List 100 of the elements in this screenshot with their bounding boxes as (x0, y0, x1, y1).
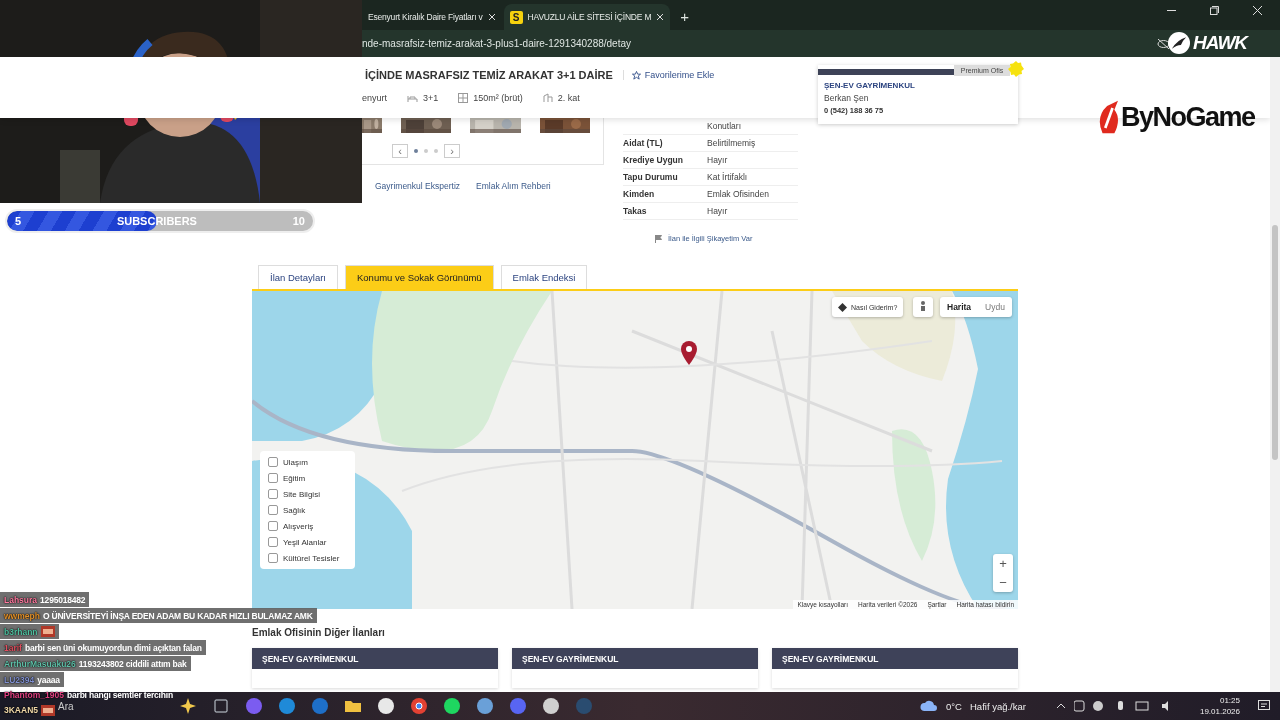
search-field[interactable]: Ara (58, 700, 178, 712)
clock-app-icon[interactable] (541, 696, 561, 716)
map-type-button[interactable]: Harita (940, 297, 979, 317)
office-name: ŞEN-EV GAYRİMENKUL (522, 653, 619, 664)
zoom-out-button[interactable]: − (993, 573, 1013, 592)
goal-current: 5 (15, 215, 22, 227)
detail-label: Kimden (623, 189, 656, 199)
fact-text: 3+1 (423, 93, 439, 103)
page-tab[interactable]: Konumu ve Sokak Görünümü (345, 265, 494, 289)
listing-card[interactable]: ŞEN-EV GAYRİMENKUL (772, 648, 1018, 688)
detail-label: Krediye Uygun (623, 155, 684, 165)
map-pin-icon[interactable] (680, 341, 698, 365)
listing-card[interactable]: ŞEN-EV GAYRİMENKUL (512, 648, 758, 688)
next-button[interactable]: › (444, 144, 460, 158)
checkbox[interactable] (268, 553, 278, 563)
fact-text: enyurt (362, 93, 387, 103)
emote-icon (40, 626, 55, 637)
checkbox[interactable] (268, 521, 278, 531)
page-dot[interactable] (414, 149, 418, 153)
discord-icon[interactable] (508, 696, 528, 716)
detail-label: Aidat (TL) (623, 138, 664, 148)
layer-label[interactable]: Yeşil Alanlar (283, 537, 327, 547)
chat-text: O ÜNİVERSİTEYİ İNŞA EDEN ADAM BU KADAR HIZLI BULAMAZ AMK (42, 610, 313, 621)
prev-button[interactable]: ‹ (392, 144, 408, 158)
emote-icon (41, 704, 55, 716)
fact-text: 150m² (brüt) (473, 93, 523, 103)
new-tab-button[interactable]: + (680, 8, 690, 25)
fact-text: 2. kat (557, 93, 580, 103)
chrome-icon[interactable] (409, 696, 429, 716)
checkbox[interactable] (268, 489, 278, 499)
chevron-up-icon[interactable] (1055, 703, 1066, 709)
clock-time: 01:25 (1219, 696, 1240, 705)
spotify-icon[interactable] (442, 696, 462, 716)
cloud-icon (920, 699, 939, 713)
office-name: ŞEN-EV GAYRİMENKUL (782, 653, 879, 664)
checkbox[interactable] (268, 473, 278, 483)
checkbox[interactable] (268, 457, 278, 467)
office-name: ŞEN-EV GAYRİMENKUL (262, 653, 359, 664)
flag-icon (655, 234, 662, 243)
bird-logo-icon (1168, 32, 1190, 54)
notification-icon[interactable] (1258, 700, 1270, 712)
x-app-icon[interactable] (376, 696, 396, 716)
listing-card[interactable]: ŞEN-EV GAYRİMENKUL (252, 648, 498, 688)
browser-tab[interactable]: Esenyurt Kiralık Daire Fiyatları v (362, 4, 502, 30)
detail-value: Hayır (707, 155, 729, 165)
edge-icon[interactable] (277, 696, 297, 716)
info-link[interactable]: Emlak Alım Rehberi (476, 181, 551, 191)
zoom-in-button[interactable]: + (993, 554, 1013, 573)
chat-username: LU2394 (4, 674, 35, 685)
layer-label[interactable]: Sağlık (283, 505, 306, 515)
app-icon[interactable] (475, 696, 495, 716)
chat-text: barbi sen üni okumuyordun dimi açıktan falan (24, 642, 202, 653)
area-icon (458, 93, 469, 103)
goal-target: 10 (292, 215, 305, 227)
page-dot[interactable] (434, 149, 438, 153)
chat-username: b3rhann (4, 626, 38, 637)
checkbox[interactable] (268, 505, 278, 515)
checkbox[interactable] (268, 537, 278, 547)
scroll-thumb[interactable] (1272, 225, 1278, 460)
directions-icon (838, 302, 847, 312)
favicon: S (509, 10, 523, 24)
chat-username: 3KAAN5 (4, 705, 38, 715)
office-name[interactable]: ŞEN-EV GAYRİMENKUL (824, 81, 1012, 90)
chat-text: 1193243802 ciddili attım bak (78, 658, 187, 669)
chat-username: 1arif (4, 642, 22, 653)
page-dot[interactable] (424, 149, 428, 153)
detail-value: Emlak Ofisinden (707, 189, 770, 199)
layer-label[interactable]: Ulaşım (283, 457, 308, 467)
favorite-button[interactable]: Favorilerime Ekle (622, 70, 715, 80)
close-icon[interactable] (1253, 6, 1262, 15)
browser-tab[interactable]: S HAVUZLU AİLE SİTESİ İÇİNDE M (503, 4, 671, 30)
mail-icon[interactable] (310, 696, 330, 716)
copilot-icon[interactable] (244, 696, 264, 716)
clock-date: 19.01.2026 (1199, 707, 1240, 716)
star-icon (631, 70, 641, 80)
restore-icon[interactable] (1210, 6, 1219, 15)
info-link[interactable]: Gayrimenkul Ekspertiz (375, 181, 461, 191)
tab-title: Esenyurt Kiralık Daire Fiyatları v (368, 12, 483, 22)
section-title: Emlak Ofisinin Diğer İlanları (252, 627, 386, 638)
eye-off-icon[interactable] (1157, 38, 1170, 49)
seal-icon (1008, 61, 1024, 77)
page-tab[interactable]: Emlak Endeksi (500, 265, 588, 289)
layer-label[interactable]: Eğitim (283, 473, 306, 483)
layer-label[interactable]: Kültürel Tesisler (283, 553, 340, 563)
weather-text: Hafif yağ./kar (970, 700, 1026, 712)
page-tab[interactable]: İlan Detayları (258, 265, 338, 289)
url-field[interactable]: nde-masrafsiz-temiz-arakat-3-plus1-daire-1291340288/detay (362, 38, 1157, 49)
pegman-button[interactable] (913, 297, 933, 317)
bed-icon (407, 93, 418, 103)
map-type-button[interactable]: Uydu (978, 297, 1012, 317)
chat-text: yaaaa (37, 674, 60, 685)
close-icon[interactable] (656, 13, 665, 21)
layer-label[interactable]: Alışveriş (283, 521, 314, 531)
layer-label[interactable]: Site Bilgisi (283, 489, 320, 499)
temperature: 0°C (946, 700, 962, 712)
close-icon[interactable] (487, 13, 496, 21)
detail-label: Tapu Durumu (623, 172, 679, 182)
tab-title: HAVUZLU AİLE SİTESİ İÇİNDE M (527, 12, 652, 22)
task-view-icon[interactable] (211, 696, 231, 716)
detail-value: Konutları (707, 121, 743, 131)
